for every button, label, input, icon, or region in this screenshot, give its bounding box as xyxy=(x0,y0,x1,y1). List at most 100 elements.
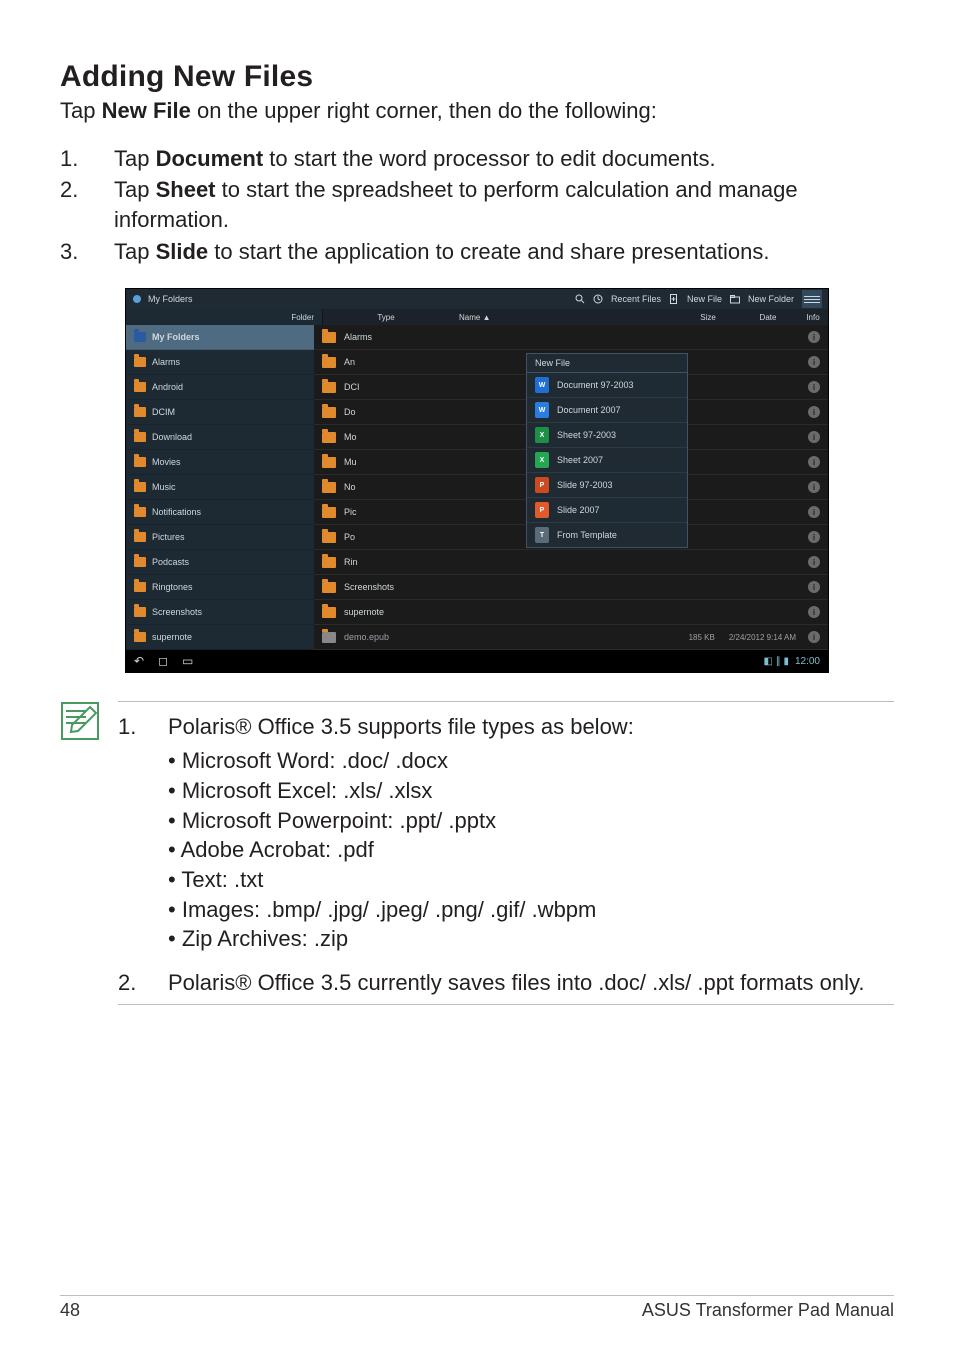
folder-icon xyxy=(134,357,146,367)
recent-apps-icon[interactable]: ▭ xyxy=(182,654,193,668)
page-heading: Adding New Files xyxy=(60,60,894,94)
file-type-item: Adobe Acrobat: .pdf xyxy=(168,835,634,865)
info-icon[interactable]: i xyxy=(808,606,820,618)
folder-icon xyxy=(322,457,336,468)
step-1-pre: Tap xyxy=(114,146,156,171)
info-icon[interactable]: i xyxy=(808,531,820,543)
sidebar-item[interactable]: DCIM xyxy=(126,400,314,425)
note-icon xyxy=(60,701,100,741)
new-file-option-label: Sheet 97-2003 xyxy=(557,430,616,440)
folder-row[interactable]: Screenshotsi xyxy=(314,575,828,600)
new-file-dropdown: New File WDocument 97-2003WDocument 2007… xyxy=(526,353,688,548)
new-file-option[interactable]: XSheet 97-2003 xyxy=(527,423,687,448)
app-logo-icon xyxy=(132,294,142,304)
sidebar-item[interactable]: Pictures xyxy=(126,525,314,550)
new-folder-icon[interactable] xyxy=(730,294,740,304)
column-tabs: Folder Type Name ▲ Size Date Info xyxy=(126,309,828,325)
intro-pre: Tap xyxy=(60,98,102,123)
folder-icon xyxy=(134,557,146,567)
sidebar-item-label: Android xyxy=(152,382,183,392)
info-icon[interactable]: i xyxy=(808,581,820,593)
tab-size[interactable]: Size xyxy=(678,309,738,325)
sidebar-item[interactable]: Download xyxy=(126,425,314,450)
note-rule-bottom xyxy=(118,1004,894,1005)
folder-row[interactable]: supernotei xyxy=(314,600,828,625)
sidebar: My Folders Alarms Android DCIMDownloadMovie… xyxy=(126,325,314,650)
note-2: Polaris® Office 3.5 currently saves file… xyxy=(118,968,894,998)
new-file-option[interactable]: PSlide 2007 xyxy=(527,498,687,523)
new-file-option[interactable]: W Document 2007 xyxy=(527,398,687,423)
folder-icon xyxy=(322,332,336,343)
folder-icon xyxy=(134,632,146,642)
info-icon[interactable]: i xyxy=(808,356,820,368)
new-file-option-label: From Template xyxy=(557,530,617,540)
note-2-text: Polaris® Office 3.5 currently saves file… xyxy=(168,968,864,998)
step-1: Tap Document to start the word processor… xyxy=(60,144,894,174)
new-folder-button[interactable]: New Folder xyxy=(748,294,794,304)
home-icon[interactable]: ◻ xyxy=(158,654,168,668)
info-icon[interactable]: i xyxy=(808,431,820,443)
sidebar-item[interactable]: Podcasts xyxy=(126,550,314,575)
sidebar-item-label: My Folders xyxy=(152,332,200,342)
folder-icon xyxy=(134,432,146,442)
info-icon[interactable]: i xyxy=(808,481,820,493)
tab-info[interactable]: Info xyxy=(798,309,828,325)
new-file-option[interactable]: PSlide 97-2003 xyxy=(527,473,687,498)
ppt-icon: P xyxy=(535,477,549,493)
menu-icon[interactable] xyxy=(802,290,822,308)
folder-icon xyxy=(322,557,336,568)
tab-date[interactable]: Date xyxy=(738,309,798,325)
tab-name[interactable]: Name ▲ xyxy=(449,309,678,325)
row-label: demo.epub xyxy=(344,632,681,642)
new-file-option[interactable]: X Sheet 2007 xyxy=(527,448,687,473)
intro-text: Tap New File on the upper right corner, … xyxy=(60,96,894,126)
sidebar-item-label: Music xyxy=(152,482,176,492)
sidebar-item[interactable]: supernote xyxy=(126,625,314,650)
file-type-item: Text: .txt xyxy=(168,865,634,895)
new-file-option-label: Sheet 2007 xyxy=(557,455,603,465)
tab-folder[interactable]: Folder xyxy=(126,309,323,325)
sidebar-item[interactable]: Alarms xyxy=(126,350,314,375)
sidebar-item-label: Screenshots xyxy=(152,607,202,617)
folder-icon xyxy=(134,582,146,592)
info-icon[interactable]: i xyxy=(808,631,820,643)
sidebar-item[interactable]: Screenshots xyxy=(126,600,314,625)
info-icon[interactable]: i xyxy=(808,556,820,568)
sidebar-item[interactable]: Movies xyxy=(126,450,314,475)
sidebar-item[interactable]: Notifications xyxy=(126,500,314,525)
search-icon[interactable] xyxy=(575,294,585,304)
new-file-option[interactable]: WDocument 97-2003 xyxy=(527,373,687,398)
embedded-screenshot: My Folders Recent Files New File New Fol… xyxy=(125,288,829,673)
tab-type[interactable]: Type xyxy=(323,309,449,325)
sidebar-item[interactable]: Ringtones xyxy=(126,575,314,600)
file-row[interactable]: demo.epub185 KB2/24/2012 9:14 AMi xyxy=(314,625,828,650)
sidebar-item[interactable]: Android xyxy=(126,375,314,400)
back-icon[interactable]: ↶ xyxy=(134,654,144,668)
sidebar-item-label: Alarms xyxy=(152,357,180,367)
recent-icon[interactable] xyxy=(593,294,603,304)
file-date: 2/24/2012 9:14 AM xyxy=(729,633,796,642)
app-topbar: My Folders Recent Files New File New Fol… xyxy=(126,289,828,309)
new-file-icon[interactable] xyxy=(669,294,679,304)
page-number: 48 xyxy=(60,1300,80,1321)
sidebar-item[interactable]: Music xyxy=(126,475,314,500)
info-icon[interactable]: i xyxy=(808,456,820,468)
folder-row[interactable]: Rini xyxy=(314,550,828,575)
new-file-button[interactable]: New File xyxy=(687,294,722,304)
xls07-icon: X xyxy=(535,452,549,468)
step-1-bold: Document xyxy=(156,146,264,171)
step-2-post: to start the spreadsheet to perform calc… xyxy=(114,177,798,232)
step-3-post: to start the application to create and s… xyxy=(208,239,769,264)
new-file-option[interactable]: TFrom Template xyxy=(527,523,687,547)
info-icon[interactable]: i xyxy=(808,381,820,393)
new-file-option-label: Document 2007 xyxy=(557,405,621,415)
info-icon[interactable]: i xyxy=(808,506,820,518)
recent-files-button[interactable]: Recent Files xyxy=(611,294,661,304)
sidebar-item[interactable]: My Folders xyxy=(126,325,314,350)
info-icon[interactable]: i xyxy=(808,406,820,418)
folder-row[interactable]: Alarmsi xyxy=(314,325,828,350)
info-icon[interactable]: i xyxy=(808,331,820,343)
note-rule-top xyxy=(118,701,894,702)
steps-list: Tap Document to start the word processor… xyxy=(60,144,894,267)
doc07-icon: W xyxy=(535,402,549,418)
